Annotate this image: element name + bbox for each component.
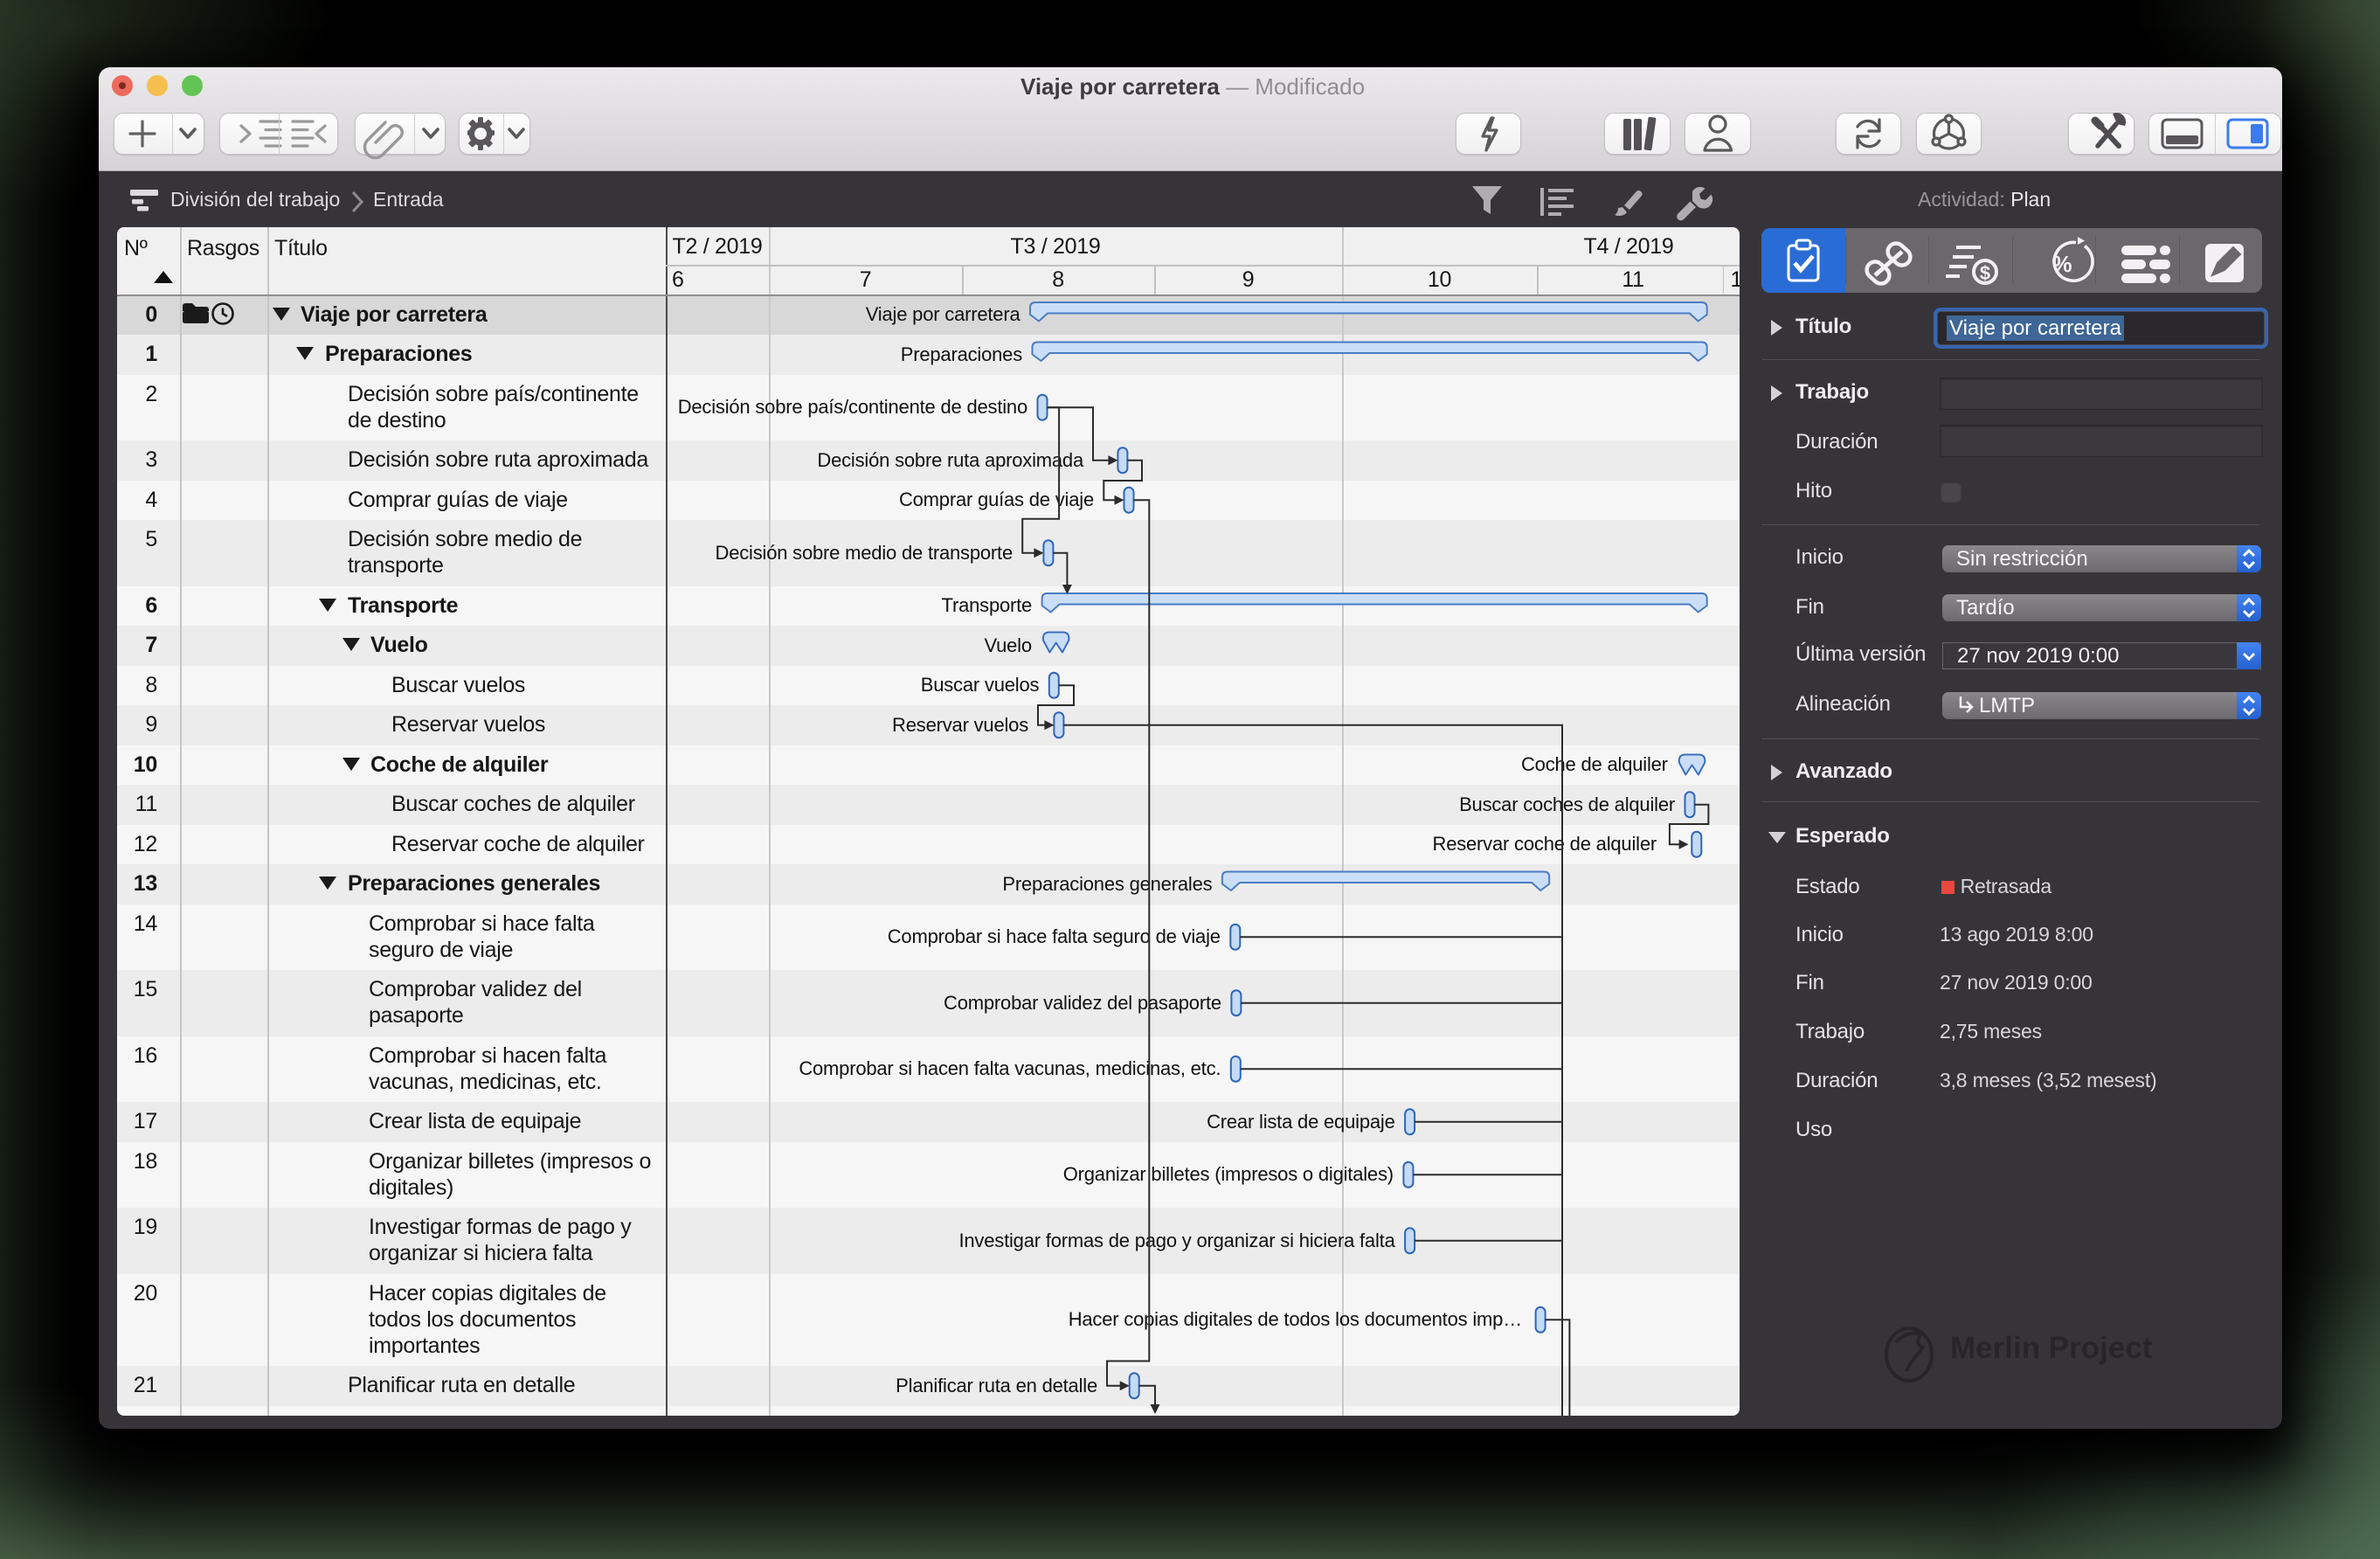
svg-text:$: $ <box>1980 262 1990 284</box>
svg-text:%: % <box>2051 251 2072 277</box>
